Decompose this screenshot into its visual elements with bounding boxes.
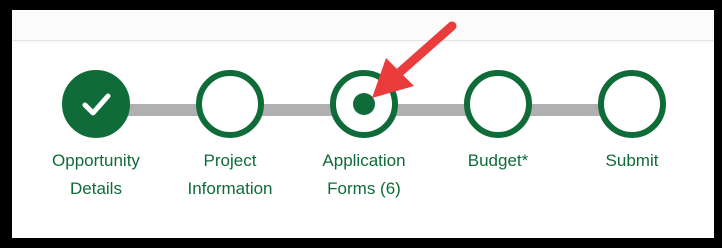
step-label: Project Information: [187, 151, 273, 198]
step-opportunity-details[interactable]: Opportunity Details: [26, 70, 166, 203]
page-panel: Opportunity Details Project Information …: [12, 10, 714, 238]
step-circle-complete[interactable]: [62, 70, 130, 138]
step-submit[interactable]: Submit: [562, 70, 702, 175]
step-circle[interactable]: [196, 70, 264, 138]
step-circle[interactable]: [464, 70, 532, 138]
red-arrow-icon: [372, 21, 457, 98]
step-label: Budget*: [467, 151, 529, 170]
step-label: Application Forms (6): [322, 151, 406, 198]
step-circle[interactable]: [598, 70, 666, 138]
step-project-information[interactable]: Project Information: [160, 70, 300, 203]
step-label: Submit: [605, 151, 659, 170]
step-label: Opportunity Details: [52, 151, 140, 198]
checkmark-icon: [82, 93, 111, 116]
